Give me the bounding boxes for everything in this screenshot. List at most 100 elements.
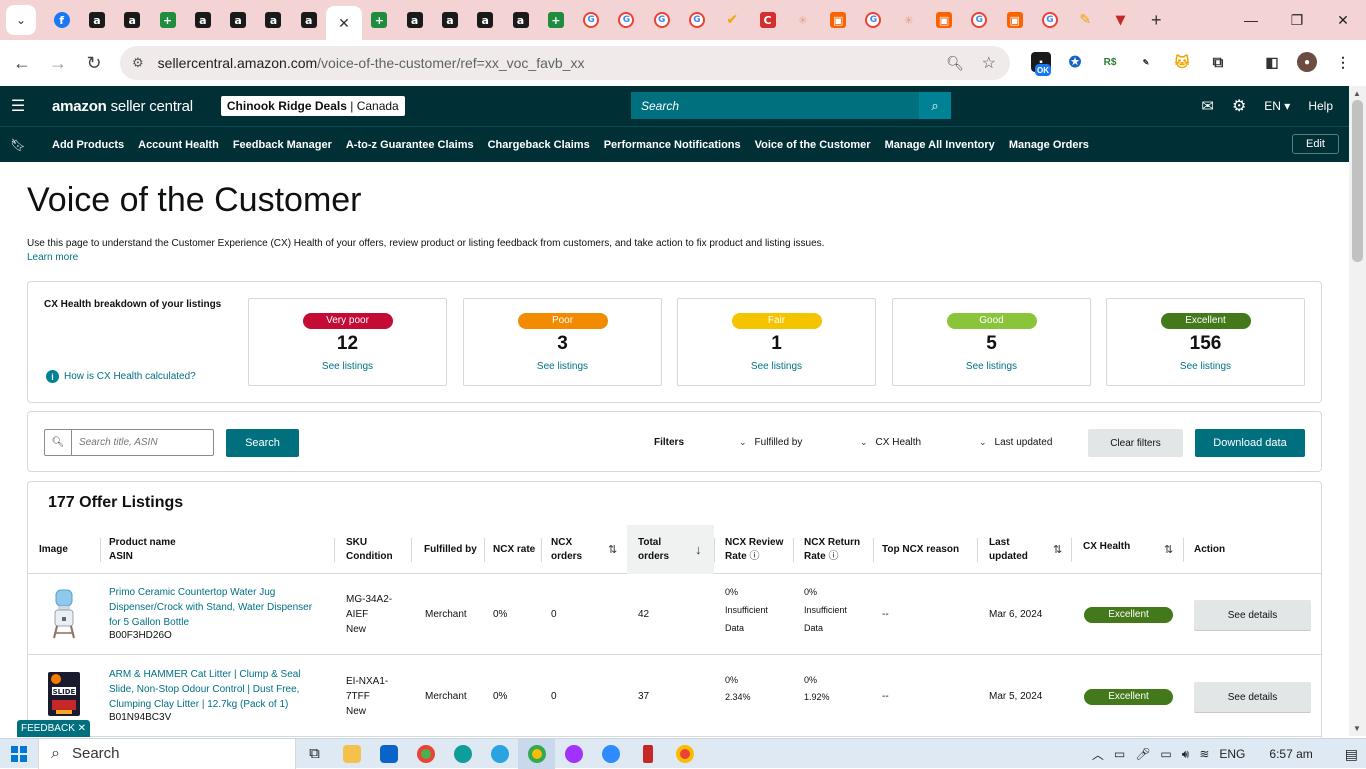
back-arrow-icon[interactable]: ← <box>4 53 40 74</box>
header-search-box[interactable]: Search ⌕ <box>631 92 951 119</box>
app-icon[interactable] <box>629 739 666 769</box>
store-selector[interactable]: Chinook Ridge Deals | Canada <box>220 96 405 116</box>
header-cx-health[interactable]: CX Health <box>1083 525 1130 568</box>
browser-tab[interactable]: G <box>856 4 891 36</box>
chrome-profile-icon[interactable] <box>666 739 703 769</box>
browser-tab[interactable]: G <box>1032 4 1067 36</box>
browser-tab[interactable]: ✔ <box>715 4 750 36</box>
browser-tab[interactable]: ✎ <box>1068 4 1103 36</box>
tab-search-chevron-icon[interactable]: ⌄ <box>6 5 36 35</box>
info-circle-icon[interactable]: ⓘ <box>828 551 838 562</box>
browser-tab[interactable]: a <box>397 4 432 36</box>
edit-bookmarks-button[interactable]: Edit <box>1292 134 1339 154</box>
telegram-icon[interactable] <box>481 739 518 769</box>
extensions-puzzle-icon[interactable]: ⧉ <box>1208 52 1228 72</box>
browser-tab[interactable]: a <box>79 4 114 36</box>
bookmark-star-icon[interactable]: ☆ <box>982 53 996 73</box>
product-name-link[interactable]: Primo Ceramic Countertop Water Jug Dispe… <box>109 585 312 630</box>
browser-tab[interactable]: a <box>291 4 326 36</box>
taskbar-search[interactable]: ⌕ Search <box>38 738 296 769</box>
clock[interactable]: 6:57 am <box>1269 747 1312 761</box>
tray-overflow-icon[interactable]: ︿ <box>1092 746 1104 763</box>
extension-gear-icon[interactable]: ✪ <box>1065 52 1085 72</box>
fulfilled-by-dropdown[interactable]: ⌄ Fulfilled by <box>739 437 802 448</box>
chrome-menu-icon[interactable]: ⋮ <box>1333 52 1353 72</box>
bookmark-icon[interactable]: 🔖︎ <box>0 138 36 152</box>
see-listings-link[interactable]: See listings <box>249 361 446 372</box>
browser-tab[interactable]: C <box>750 4 785 36</box>
see-listings-link[interactable]: See listings <box>1107 361 1304 372</box>
browser-tab[interactable]: ▣ <box>997 4 1032 36</box>
see-details-button[interactable]: See details <box>1194 600 1311 630</box>
wifi-icon[interactable]: ≋ <box>1199 747 1209 761</box>
browser-tab[interactable]: a <box>432 4 467 36</box>
listing-search-field[interactable]: 🔍︎ <box>44 429 214 456</box>
nav-voice-of-the-customer[interactable]: Voice of the Customer <box>755 139 871 151</box>
browser-tab[interactable]: + <box>150 4 185 36</box>
download-data-button[interactable]: Download data <box>1195 429 1305 457</box>
browser-tab[interactable]: a <box>185 4 220 36</box>
nav-chargeback-claims[interactable]: Chargeback Claims <box>488 139 590 151</box>
amazon-seller-central-logo[interactable]: amazon seller central <box>52 98 193 115</box>
language-indicator[interactable]: ENG <box>1219 747 1245 761</box>
window-close-icon[interactable]: ✕ <box>1320 0 1366 40</box>
browser-tab[interactable]: + <box>538 4 573 36</box>
browser-tab[interactable]: ▣ <box>926 4 961 36</box>
zoom-app-icon[interactable] <box>592 739 629 769</box>
scroll-up-icon[interactable]: ▲ <box>1353 89 1361 98</box>
header-ncx-orders[interactable]: NCX orders <box>551 525 582 574</box>
messenger-icon[interactable] <box>555 739 592 769</box>
minimize-icon[interactable]: — <box>1228 0 1274 40</box>
learn-more-link[interactable]: Learn more <box>27 252 78 263</box>
cat-litter-product-image[interactable]: SLIDE <box>46 670 82 718</box>
browser-tab[interactable]: a <box>256 4 291 36</box>
notifications-icon[interactable]: ▤ <box>1345 746 1358 763</box>
browser-tab[interactable]: G <box>679 4 714 36</box>
search-button[interactable]: Search <box>226 429 299 457</box>
windows-start-icon[interactable] <box>0 745 38 762</box>
listing-search-input[interactable] <box>79 437 209 448</box>
feedback-tab[interactable]: FEEDBACK ✕ <box>17 720 90 737</box>
nav-manage-orders[interactable]: Manage Orders <box>1009 139 1089 151</box>
forward-arrow-icon[interactable]: → <box>40 53 76 74</box>
chrome-icon[interactable] <box>407 739 444 769</box>
scroll-down-icon[interactable]: ▼ <box>1353 724 1361 733</box>
clear-filters-button[interactable]: Clear filters <box>1088 429 1183 457</box>
edge-icon[interactable] <box>444 739 481 769</box>
help-link[interactable]: Help <box>1308 99 1333 113</box>
info-circle-icon[interactable]: ⓘ <box>749 551 759 562</box>
close-icon[interactable]: ✕ <box>338 15 350 32</box>
file-explorer-icon[interactable] <box>333 739 370 769</box>
browser-tab[interactable]: a <box>468 4 503 36</box>
browser-tab[interactable]: ▣ <box>821 4 856 36</box>
search-icon[interactable]: ⌕ <box>919 92 951 119</box>
task-view-icon[interactable]: ⧉ <box>296 739 333 769</box>
language-selector[interactable]: EN ▾ <box>1264 99 1290 113</box>
profile-avatar[interactable]: ● <box>1297 52 1317 72</box>
extension-rs-icon[interactable]: R$ <box>1100 52 1120 72</box>
last-updated-dropdown[interactable]: ⌄ Last updated <box>979 437 1052 448</box>
site-settings-icon[interactable]: ⚙ <box>132 55 144 71</box>
see-listings-link[interactable]: See listings <box>464 361 661 372</box>
hamburger-menu-icon[interactable]: ☰ <box>0 96 36 116</box>
browser-tab[interactable]: ✳ <box>785 4 820 36</box>
see-listings-link[interactable]: See listings <box>678 361 875 372</box>
meet-icon[interactable]: ▭ <box>1114 747 1125 761</box>
nav-a-to-z-claims[interactable]: A-to-z Guarantee Claims <box>346 139 474 151</box>
nav-add-products[interactable]: Add Products <box>52 139 124 151</box>
browser-tab[interactable]: G <box>962 4 997 36</box>
browser-tab[interactable]: a <box>220 4 255 36</box>
cx-health-how-link[interactable]: i How is CX Health calculated? <box>46 370 196 383</box>
restore-icon[interactable]: ❐ <box>1274 0 1320 40</box>
zoom-icon[interactable]: 🔍︎ <box>946 55 964 72</box>
header-total-orders[interactable]: Total orders <box>638 525 669 574</box>
sort-arrows-icon[interactable]: ⇅ <box>1164 543 1173 556</box>
see-details-button[interactable]: See details <box>1194 682 1311 712</box>
extension-cat-icon[interactable]: 🐱︎ <box>1172 52 1192 72</box>
header-last-updated[interactable]: Last updated <box>989 525 1028 574</box>
battery-icon[interactable]: ▭ <box>1160 747 1171 761</box>
nav-manage-all-inventory[interactable]: Manage All Inventory <box>885 139 995 151</box>
browser-tab[interactable]: f <box>44 4 79 36</box>
mail-icon[interactable]: ✉ <box>1201 97 1214 115</box>
browser-tab[interactable]: ▼ <box>1103 4 1138 36</box>
